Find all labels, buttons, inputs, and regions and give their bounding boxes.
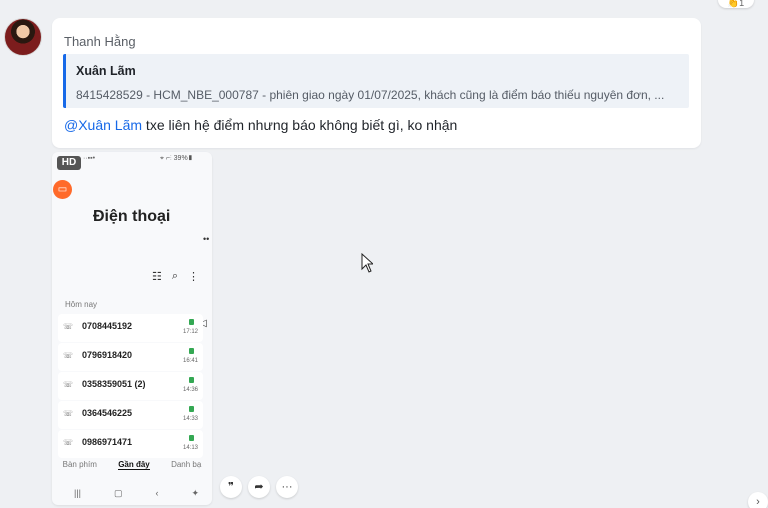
call-item: ☏ 0796918420 16:41 (58, 343, 203, 371)
recent-apps-icon: ||| (74, 488, 82, 498)
call-number: 0358359051 (2) (82, 379, 146, 389)
call-number: 0986971471 (82, 437, 133, 447)
call-time: 14:36 (182, 387, 198, 393)
android-nav-bar: ||| ▢ ‹ ✦ (74, 488, 199, 499)
sim-icon (189, 435, 194, 441)
reaction-chip[interactable]: 👏1 (718, 0, 754, 8)
forward-icon: ➦ (254, 481, 264, 493)
call-number: 0708445192 (82, 321, 133, 331)
call-item: ☏ 0708445192 17:12 (58, 314, 203, 342)
call-item: ☏ 0986971471 14:13 (58, 430, 203, 458)
call-item: ☏ 0358359051 (2) 14:36 (58, 372, 203, 400)
search-icon: ⌕ (171, 270, 179, 282)
mouse-cursor-icon (361, 253, 373, 273)
call-item: ☏ 0364546225 14:33 (58, 401, 203, 429)
message-body: txe liên hệ điểm nhưng báo không biết gì… (142, 117, 458, 133)
call-number: 0364546225 (82, 408, 133, 418)
tab-contacts: Danh bạ (171, 460, 202, 469)
call-time: 14:13 (182, 445, 198, 451)
tab-keypad: Bàn phím (62, 460, 97, 469)
forward-button[interactable]: ➦ (248, 476, 270, 498)
call-number: 0796918420 (82, 350, 133, 360)
quote-button[interactable]: ❞ (220, 476, 242, 498)
phone-status-right: ⌖ ⌐⫶ 39%▮ (160, 155, 194, 162)
sim-icon (189, 406, 194, 412)
phone-icon: ☏ (63, 351, 74, 360)
clap-reaction-icon: 👏 (727, 0, 740, 8)
phone-icon: ☏ (63, 322, 74, 331)
sim-icon (189, 319, 194, 325)
tab-recents: Gần đây (118, 460, 150, 470)
attached-screenshot[interactable]: HD ··▪▪• ⌖ ⌐⫶ 39%▮ ▭ Điện thoại •• ◁ ☷ ⌕… (52, 152, 212, 505)
call-time: 14:33 (182, 416, 198, 422)
back-icon: ‹ (155, 488, 159, 498)
section-label: Hôm nay (65, 300, 98, 309)
call-list: ☏ 0708445192 17:12 ☏ 0796918420 16:41 ☏ … (58, 314, 203, 459)
message-bubble: Thanh Hằng Xuân Lãm 8415428529 - HCM_NBE… (52, 18, 701, 148)
sim-icon (189, 348, 194, 354)
call-time: 17:12 (182, 329, 198, 335)
phone-status-left: ··▪▪• (83, 155, 96, 162)
avatar[interactable] (4, 18, 42, 56)
mention-link[interactable]: @Xuân Lãm (64, 117, 142, 133)
phone-app-title: Điện thoại (93, 208, 171, 225)
accessibility-icon: ✦ (191, 488, 199, 498)
phone-toolbar: ☷ ⌕ ⋮ (152, 270, 199, 283)
phone-icon: ☏ (63, 438, 74, 447)
filter-icon: ☷ (152, 271, 162, 283)
side-more-icon: •• (203, 234, 210, 244)
more-vertical-icon: ⋮ (188, 271, 200, 283)
quoted-message[interactable]: Xuân Lãm 8415428529 - HCM_NBE_000787 - p… (63, 54, 689, 108)
more-icon: ··· (281, 481, 293, 493)
message-actions: ❞ ➦ ··· (220, 476, 298, 498)
more-button[interactable]: ··· (276, 476, 298, 498)
phone-bottom-tabs: Bàn phím Gần đây Danh bạ (52, 460, 212, 470)
chat-bubble-icon: ▭ (53, 180, 72, 199)
quote-icon: ❞ (228, 481, 234, 493)
quote-author: Xuân Lãm (76, 64, 136, 78)
sim-icon (189, 377, 194, 383)
quote-text: 8415428529 - HCM_NBE_000787 - phiên giao… (76, 88, 665, 102)
phone-icon: ☏ (63, 380, 74, 389)
scroll-down-icon[interactable]: › (748, 492, 768, 508)
phone-icon: ☏ (63, 409, 74, 418)
sender-name: Thanh Hằng (64, 34, 136, 49)
hd-badge: HD (57, 156, 81, 170)
call-time: 16:41 (182, 358, 198, 364)
home-icon: ▢ (113, 488, 123, 498)
message-text: @Xuân Lãm txe liên hệ điểm nhưng báo khô… (64, 117, 457, 133)
